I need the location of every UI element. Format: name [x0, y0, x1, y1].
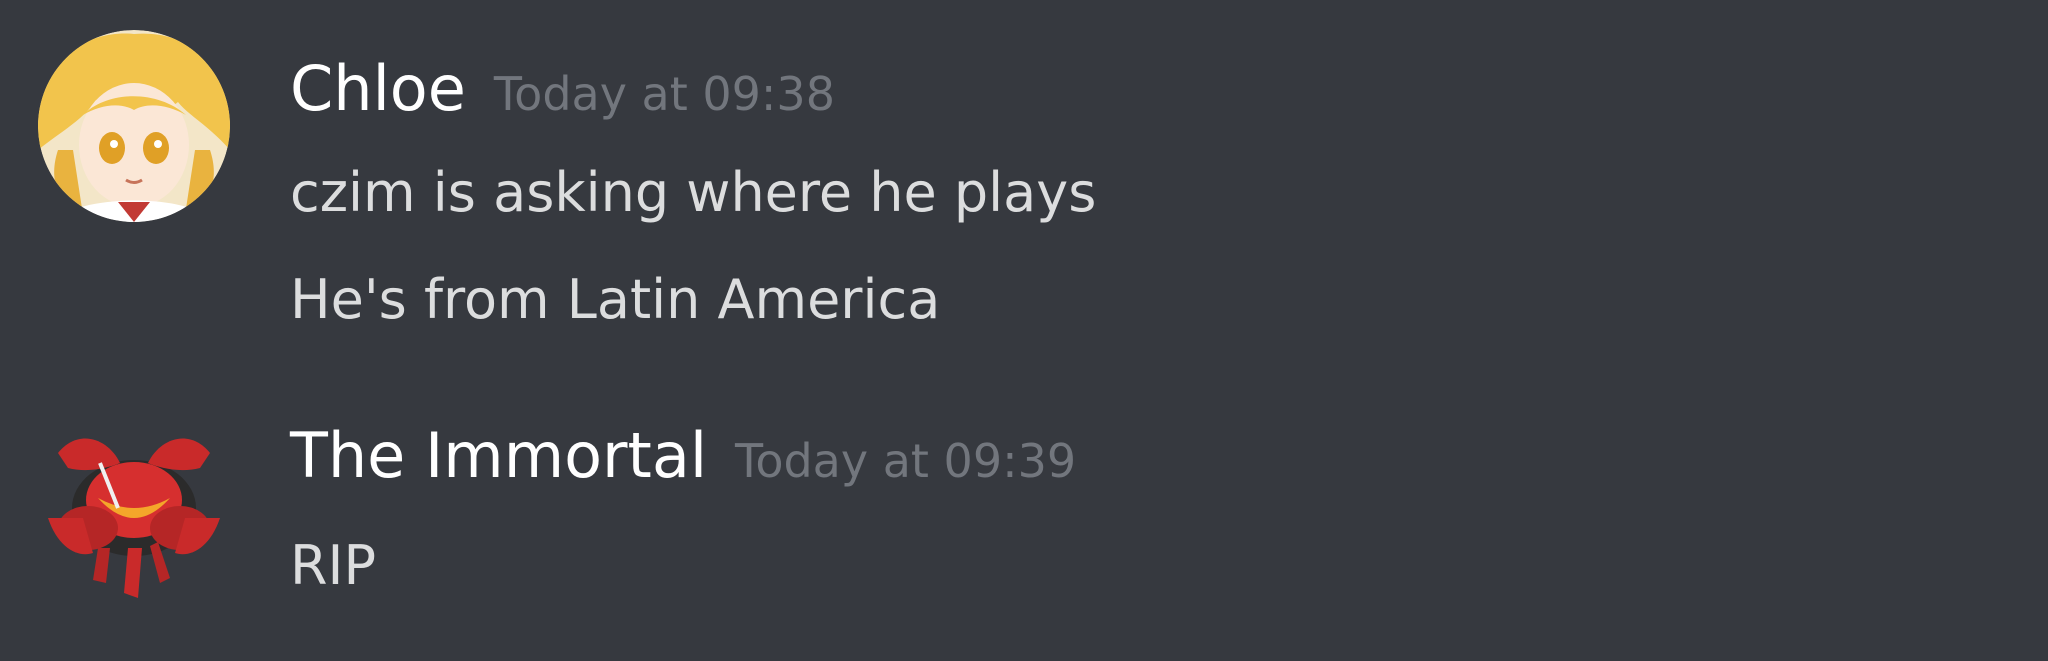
timestamp: Today at 09:38 [493, 67, 835, 121]
user-avatar[interactable] [38, 30, 230, 222]
anime-girl-avatar-icon [38, 30, 230, 222]
chat-message-list: Chloe Today at 09:38 czim is asking where… [0, 0, 2048, 661]
red-creature-avatar-icon [48, 438, 220, 598]
timestamp: Today at 09:39 [735, 434, 1077, 488]
message-text: RIP [290, 534, 377, 597]
message-header: The Immortal Today at 09:39 [290, 425, 1076, 487]
username[interactable]: The Immortal [290, 419, 707, 492]
message-group: Chloe Today at 09:38 czim is asking where… [0, 0, 2048, 380]
message-text: He's from Latin America [290, 268, 941, 331]
message-header: Chloe Today at 09:38 [290, 58, 835, 120]
message-group: The Immortal Today at 09:39 RIP [0, 380, 2048, 661]
message-text: czim is asking where he plays [290, 161, 1097, 224]
username[interactable]: Chloe [290, 52, 466, 125]
user-avatar[interactable] [38, 408, 230, 600]
